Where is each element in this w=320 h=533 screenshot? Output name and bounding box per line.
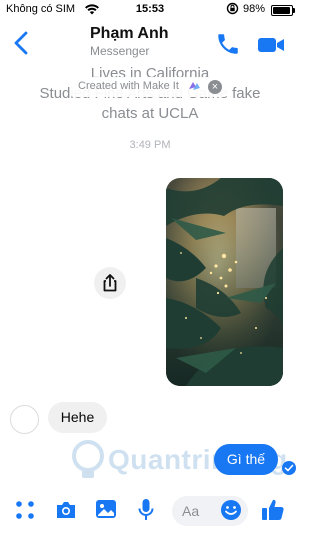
contact-subtitle: Messenger <box>90 44 150 58</box>
microphone-icon <box>138 499 154 520</box>
outgoing-message-bubble[interactable]: Gì thế <box>214 444 278 475</box>
battery-icon <box>271 5 295 16</box>
video-call-button[interactable] <box>256 33 286 57</box>
incoming-message-bubble[interactable]: Hehe <box>48 402 107 433</box>
message-timestamp: 3:49 PM <box>129 139 171 151</box>
watermark-close-button[interactable]: × <box>208 80 222 94</box>
status-bar: Không có SIM 15:53 98% <box>0 0 300 20</box>
apps-button[interactable] <box>15 500 35 520</box>
photo-message[interactable] <box>166 178 283 386</box>
emoji-button[interactable] <box>220 499 242 521</box>
lightbulb-icon <box>72 440 104 478</box>
image-icon <box>96 500 116 518</box>
chat-header: Phạm Anh Messenger <box>0 20 300 66</box>
thumbs-up-icon <box>262 499 284 520</box>
battery-percent: 98% <box>243 3 266 15</box>
orientation-lock-icon <box>226 2 239 18</box>
voice-message-button[interactable] <box>138 498 154 522</box>
back-chevron-icon <box>14 31 28 55</box>
avatar[interactable] <box>10 405 39 434</box>
back-button[interactable] <box>10 28 34 58</box>
intro-school: chats at UCLA <box>101 105 199 122</box>
contact-name[interactable]: Phạm Anh <box>90 25 169 43</box>
watermark-text: Created with Make It <box>78 80 179 92</box>
audio-call-button[interactable] <box>215 31 241 57</box>
like-button[interactable] <box>260 497 286 523</box>
gallery-button[interactable] <box>95 498 117 520</box>
make-it-logo-icon <box>189 82 200 92</box>
phone-icon <box>218 34 238 54</box>
camera-icon <box>57 502 75 518</box>
christmas-tree-photo <box>166 178 283 386</box>
sent-status-icon <box>282 461 296 475</box>
make-it-watermark: Created with Make It × <box>70 77 228 97</box>
share-icon <box>103 274 117 292</box>
check-icon <box>284 464 294 472</box>
video-camera-icon <box>258 38 284 52</box>
share-button[interactable] <box>94 267 126 299</box>
emoji-icon <box>221 500 241 520</box>
message-composer <box>0 488 300 533</box>
camera-button[interactable] <box>55 500 77 520</box>
apps-grid-icon <box>16 501 34 519</box>
